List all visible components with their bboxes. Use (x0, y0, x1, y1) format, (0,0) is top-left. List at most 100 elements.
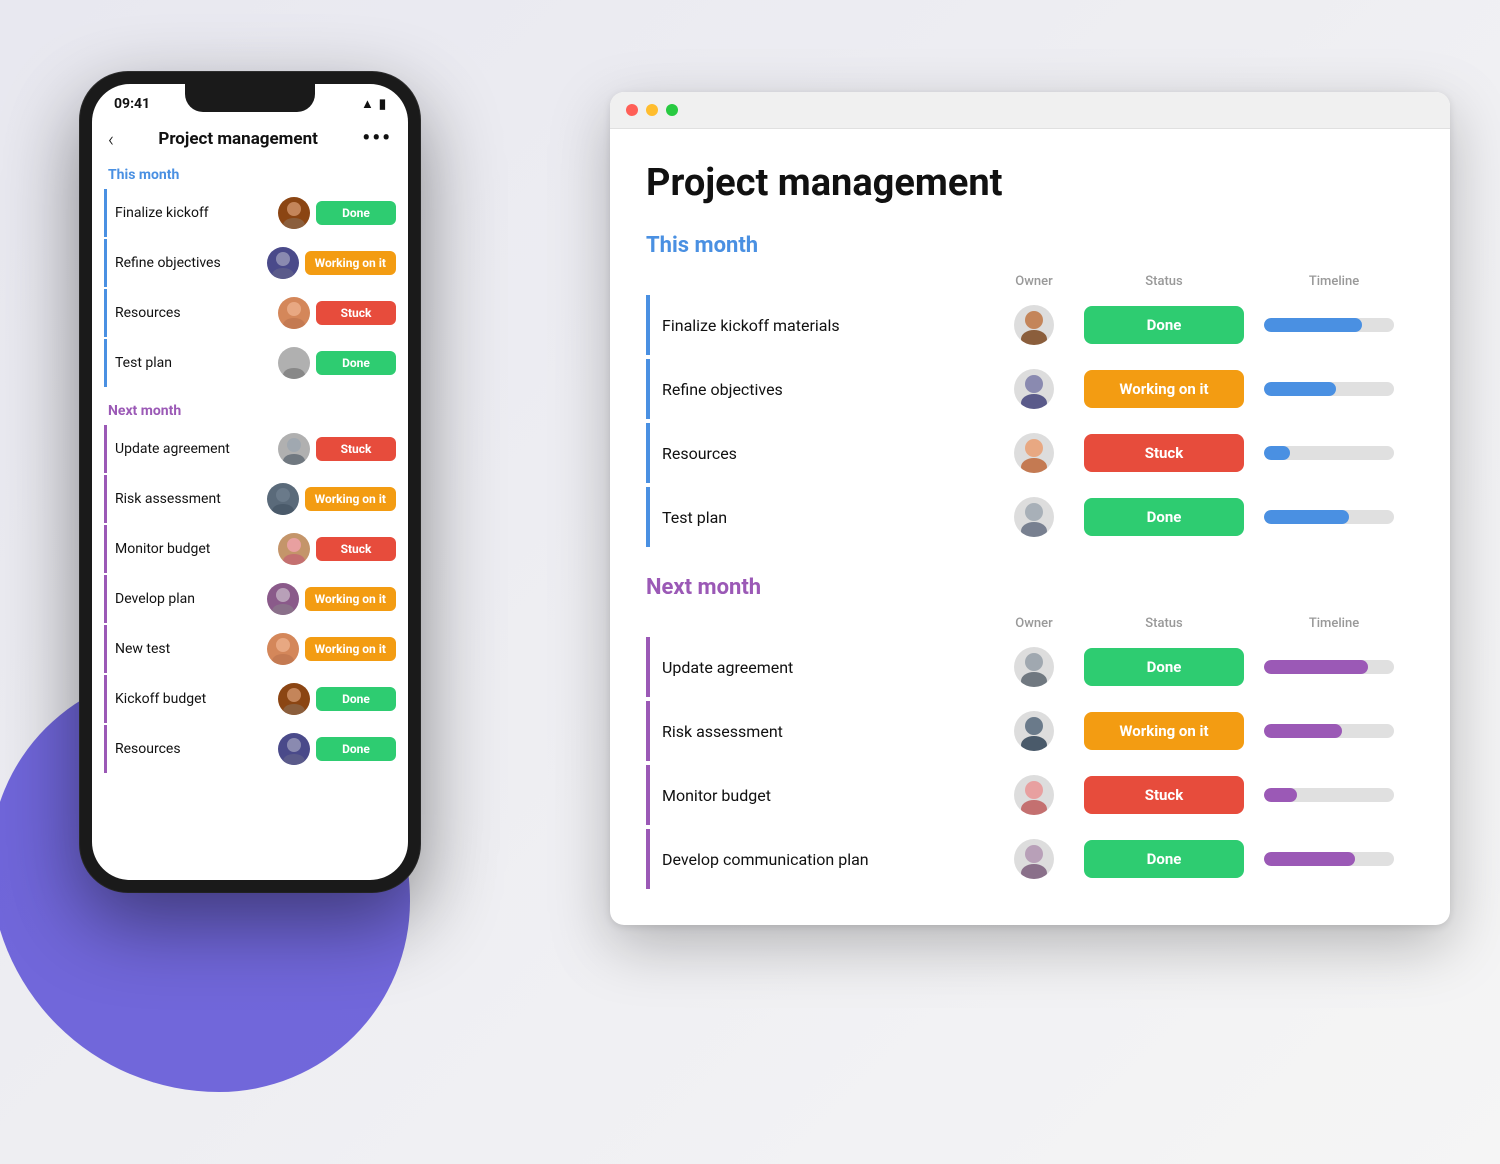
status-badge: Working on it (1084, 712, 1244, 750)
task-owner (994, 775, 1074, 815)
desktop-titlebar (610, 92, 1450, 129)
col-timeline-header: Timeline (1254, 616, 1414, 631)
status-badge: Working on it (305, 637, 396, 661)
phone-device: 09:41 ▲ ▮ ‹ Project management ••• This … (80, 72, 420, 892)
desktop-mockup: Project management This month Owner Stat… (610, 92, 1450, 925)
col-owner-header: Owner (994, 616, 1074, 631)
phone-this-month-label: This month (104, 159, 396, 189)
desktop-next-month-title: Next month (646, 575, 1414, 600)
timeline-bar-wrapper (1264, 852, 1394, 866)
phone-this-month-rows: Finalize kickoff Done Refine objectives (104, 189, 396, 387)
task-owner (994, 369, 1074, 409)
task-status: Done (1074, 648, 1254, 686)
phone-screen: 09:41 ▲ ▮ ‹ Project management ••• This … (92, 84, 408, 880)
avatar (1014, 497, 1054, 537)
avatar (278, 683, 310, 715)
task-timeline (1254, 510, 1414, 524)
avatar (1014, 433, 1054, 473)
phone-back-button[interactable]: ‹ (108, 127, 114, 151)
phone-next-month-rows: Update agreement Stuck Risk assessment (104, 425, 396, 773)
timeline-bar (1264, 660, 1368, 674)
col-status-header: Status (1074, 616, 1254, 631)
task-timeline (1254, 318, 1414, 332)
phone-row: Risk assessment Working on it (104, 475, 396, 523)
phone-row-name: Finalize kickoff (115, 205, 272, 221)
status-badge: Done (316, 351, 396, 375)
timeline-bar (1264, 318, 1362, 332)
avatar (1014, 711, 1054, 751)
avatar (267, 583, 299, 615)
task-owner (994, 497, 1074, 537)
task-owner (994, 305, 1074, 345)
status-badge: Done (1084, 840, 1244, 878)
status-badge: Stuck (316, 301, 396, 325)
titlebar-minimize-dot (646, 104, 658, 116)
status-badge: Stuck (1084, 434, 1244, 472)
phone-content: This month Finalize kickoff Done Refine … (92, 159, 408, 775)
phone-row-name: Develop plan (115, 591, 261, 607)
desktop-table-header-this-month: Owner Status Timeline (646, 274, 1414, 295)
timeline-bar (1264, 510, 1349, 524)
task-status: Done (1074, 840, 1254, 878)
phone-time: 09:41 (114, 96, 150, 112)
phone-row-name: Risk assessment (115, 491, 261, 507)
timeline-bar-wrapper (1264, 446, 1394, 460)
task-status: Done (1074, 498, 1254, 536)
phone-row-name: Test plan (115, 355, 272, 371)
timeline-bar (1264, 852, 1355, 866)
col-task-header (662, 616, 994, 631)
page-title: Project management (646, 161, 1414, 205)
phone-row: New test Working on it (104, 625, 396, 673)
phone-row-name: Kickoff budget (115, 691, 272, 707)
task-timeline (1254, 382, 1414, 396)
avatar (278, 733, 310, 765)
wifi-icon: ▲ (361, 96, 374, 112)
phone-row-name: Resources (115, 305, 272, 321)
desktop-table-row: Finalize kickoff materials Done (646, 295, 1414, 355)
avatar (278, 533, 310, 565)
col-timeline-header: Timeline (1254, 274, 1414, 289)
task-name: Update agreement (662, 658, 994, 677)
phone-header: ‹ Project management ••• (92, 116, 408, 159)
desktop-table-row: Update agreement Done (646, 637, 1414, 697)
task-name: Develop communication plan (662, 850, 994, 869)
task-name: Monitor budget (662, 786, 994, 805)
battery-icon: ▮ (379, 97, 386, 112)
desktop-table-row: Test plan Done (646, 487, 1414, 547)
phone-row: Resources Stuck (104, 289, 396, 337)
status-badge: Done (316, 737, 396, 761)
status-badge: Done (1084, 498, 1244, 536)
phone-row: Kickoff budget Done (104, 675, 396, 723)
task-timeline (1254, 446, 1414, 460)
phone-row: Test plan Done (104, 339, 396, 387)
scene: 09:41 ▲ ▮ ‹ Project management ••• This … (50, 52, 1450, 1112)
status-badge: Done (316, 687, 396, 711)
desktop-table-row: Resources Stuck (646, 423, 1414, 483)
desktop-this-month-title: This month (646, 233, 1414, 258)
col-task-header (662, 274, 994, 289)
avatar (267, 633, 299, 665)
timeline-bar-wrapper (1264, 724, 1394, 738)
status-badge: Done (316, 201, 396, 225)
phone-row: Refine objectives Working on it (104, 239, 396, 287)
titlebar-close-dot (626, 104, 638, 116)
phone-more-button[interactable]: ••• (362, 126, 392, 151)
task-owner (994, 839, 1074, 879)
desktop-table-row: Refine objectives Working on it (646, 359, 1414, 419)
phone-row-name: Resources (115, 741, 272, 757)
avatar (1014, 305, 1054, 345)
phone-row: Monitor budget Stuck (104, 525, 396, 573)
avatar (267, 483, 299, 515)
task-status: Working on it (1074, 370, 1254, 408)
task-status: Stuck (1074, 776, 1254, 814)
avatar (1014, 839, 1054, 879)
task-name: Refine objectives (662, 380, 994, 399)
phone-row: Update agreement Stuck (104, 425, 396, 473)
phone-notch (185, 84, 315, 112)
avatar (1014, 647, 1054, 687)
task-name: Test plan (662, 508, 994, 527)
status-badge: Working on it (1084, 370, 1244, 408)
desktop-next-month-rows: Update agreement Done (646, 637, 1414, 889)
task-timeline (1254, 660, 1414, 674)
task-name: Finalize kickoff materials (662, 316, 994, 335)
